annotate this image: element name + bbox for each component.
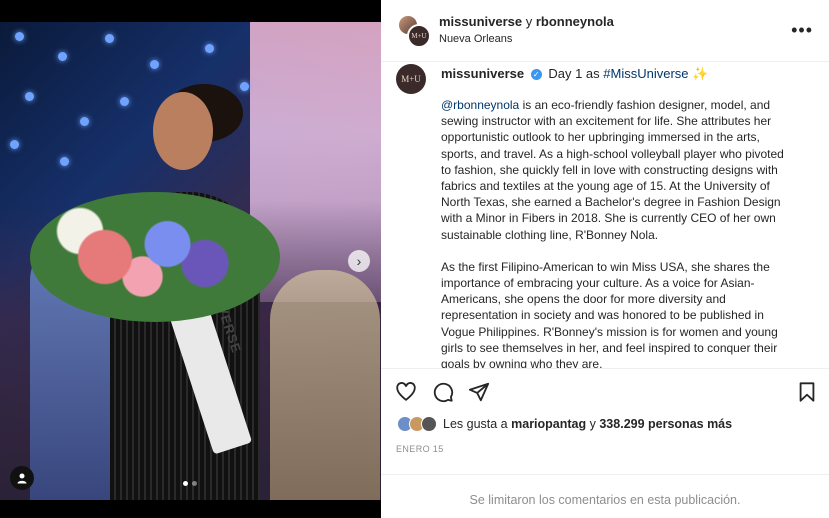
person-icon [17, 473, 27, 484]
carousel-dot-active [183, 481, 188, 486]
post-header: M+U missuniverse y rbonneynola Nueva Orl… [381, 0, 829, 62]
avatar[interactable]: M+U [396, 64, 426, 94]
post-photo[interactable]: VERSE › [0, 22, 381, 500]
light-dot [10, 140, 19, 149]
caption-text: is an eco-friendly fashion designer, mod… [441, 98, 784, 242]
author-username-link[interactable]: missuniverse [439, 14, 522, 29]
likes-conjunction: y [589, 417, 596, 431]
caption-paragraph: As the first Filipino-American to win Mi… [441, 259, 778, 368]
caption-paragraph: @rbonneynola is an eco-friendly fashion … [441, 97, 796, 243]
bookmark-icon[interactable] [796, 381, 818, 403]
light-dot [80, 117, 89, 126]
conjunction-text: y [525, 14, 533, 29]
next-photo-button[interactable]: › [348, 250, 370, 272]
tagged-users-button[interactable] [10, 466, 34, 490]
light-dot [105, 34, 114, 43]
winner-face [153, 92, 213, 170]
liker-username-link[interactable]: mariopantag [511, 417, 586, 431]
caption-headline: missuniverse ✓ Day 1 as #MissUniverse ✨ [441, 66, 708, 82]
light-dot [25, 92, 34, 101]
caption-section: M+U missuniverse ✓ Day 1 as #MissUnivers… [381, 62, 829, 368]
headline-text: Day 1 as [548, 66, 600, 81]
mention-link[interactable]: @rbonneynola [441, 98, 519, 112]
hashtag-link[interactable]: #MissUniverse [603, 66, 688, 81]
liker-avatars [397, 416, 437, 432]
location-link[interactable]: Nueva Orleans [439, 33, 512, 45]
comments-limited-notice: Se limitaron los comentarios en esta pub… [381, 474, 829, 518]
comment-icon[interactable] [432, 381, 454, 403]
post-date: ENERO 15 [396, 444, 444, 454]
contestant-right [270, 270, 380, 500]
post-authors: missuniverse y rbonneynola [439, 14, 614, 29]
caption-username-link[interactable]: missuniverse [441, 66, 524, 81]
avatar [421, 416, 437, 432]
light-dot [150, 60, 159, 69]
action-bar [381, 368, 829, 410]
chevron-right-icon: › [356, 253, 362, 269]
light-dot [120, 97, 129, 106]
heart-icon[interactable] [395, 381, 417, 403]
light-dot [15, 32, 24, 41]
bouquet [30, 192, 280, 322]
light-dot [60, 157, 69, 166]
caption-body: @rbonneynola is an eco-friendly fashion … [441, 97, 796, 368]
instagram-post-modal: VERSE › M+U missuniverse y rbonneynola N… [0, 0, 829, 518]
sparkles-icon: ✨ [692, 66, 709, 81]
carousel-dot [192, 481, 197, 486]
likes-prefix: Les gusta a [443, 417, 508, 431]
collaborator-username-link[interactable]: rbonneynola [536, 14, 614, 29]
verified-badge-icon: ✓ [530, 69, 542, 81]
likes-count-link[interactable]: 338.299 personas más [599, 417, 732, 431]
light-dot [205, 44, 214, 53]
carousel-indicator [183, 481, 197, 486]
author-avatars[interactable]: M+U [397, 14, 431, 48]
avatar: M+U [407, 24, 431, 48]
light-dot [240, 82, 249, 91]
more-options-button[interactable]: ••• [791, 20, 813, 41]
likes-summary[interactable]: Les gusta a mariopantag y 338.299 person… [397, 416, 732, 432]
more-horizontal-icon: ••• [791, 20, 813, 40]
send-icon[interactable] [468, 381, 490, 403]
light-dot [58, 52, 67, 61]
post-details-panel: M+U missuniverse y rbonneynola Nueva Orl… [381, 0, 829, 518]
